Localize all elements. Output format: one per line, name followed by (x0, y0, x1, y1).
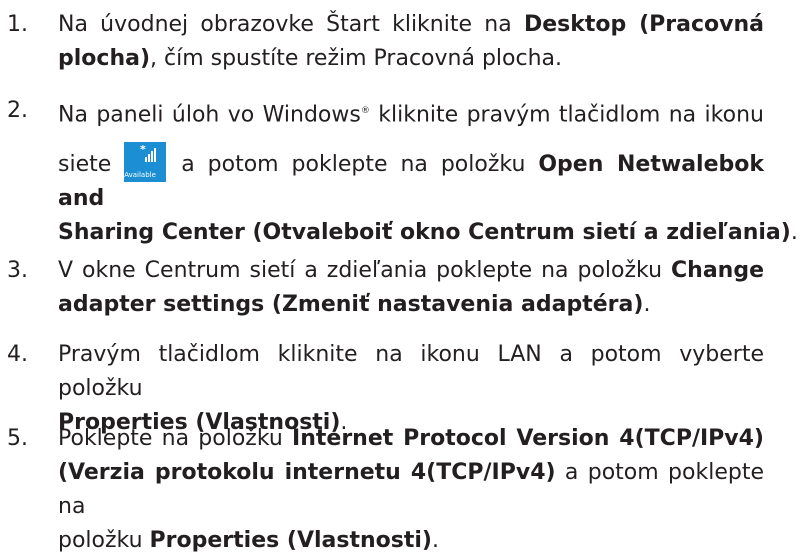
step-number: 4. (7, 342, 28, 367)
bold-term: Sharing Center (Otvaleboiť okno Centrum … (58, 220, 791, 245)
step-text-continued: siete * Available a potom poklepte na pol… (58, 142, 798, 245)
step-number: 3. (7, 258, 28, 283)
step-number: 1. (7, 12, 28, 37)
bold-term: adapter settings (Zmeniť nastavenia adap… (58, 292, 644, 317)
icon-caption: Available (124, 171, 156, 179)
wifi-signal-icon: * (140, 144, 157, 162)
step-text: V okne Centrum sietí a zdieľania poklept… (58, 258, 764, 317)
bold-term: Change (671, 258, 764, 283)
bold-term: Internet Protocol Version 4(TCP/IPv4) (292, 426, 764, 451)
bold-term: plocha) (58, 46, 151, 71)
step-text: Na úvodnej obrazovke Štart kliknite na D… (58, 12, 765, 71)
svg-text:*: * (140, 144, 146, 156)
step-number: 5. (7, 426, 28, 451)
bold-term: Desktop (Pracovná (523, 12, 765, 37)
step-text: Na paneli úloh vo Windows® kliknite prav… (58, 102, 764, 128)
bold-term: Properties (Vlastnosti) (149, 528, 432, 553)
network-available-icon[interactable]: * Available (124, 142, 167, 182)
step-number: 2. (7, 98, 28, 123)
bold-term: (Verzia protokolu internetu 4(TCP/IPv4) (58, 460, 556, 485)
